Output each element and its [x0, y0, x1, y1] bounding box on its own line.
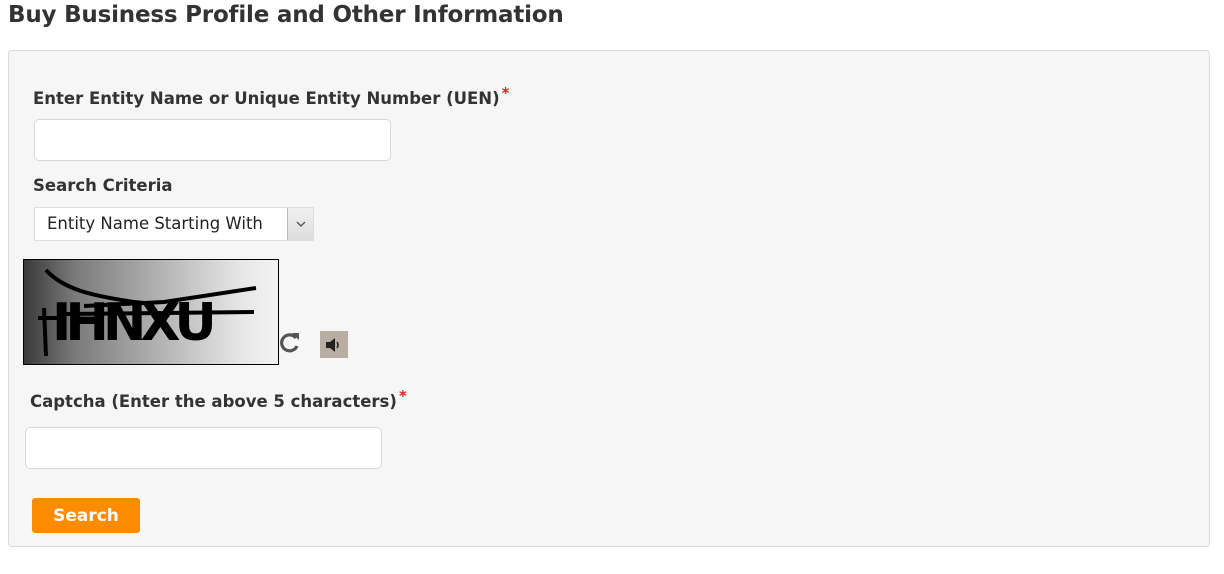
search-criteria-value: Entity Name Starting With [47, 214, 263, 233]
search-button[interactable]: Search [32, 498, 140, 533]
entity-search-input[interactable] [34, 119, 391, 161]
captcha-text: IHNXU [52, 293, 212, 353]
refresh-icon [280, 333, 299, 353]
captcha-label-row: Captcha (Enter the above 5 characters) * [30, 387, 407, 411]
required-mark: * [501, 84, 510, 102]
captcha-label: Captcha (Enter the above 5 characters) [30, 392, 397, 411]
audio-captcha-button[interactable] [320, 331, 348, 358]
entity-label-row: Enter Entity Name or Unique Entity Numbe… [33, 84, 510, 108]
entity-label: Enter Entity Name or Unique Entity Numbe… [33, 89, 500, 108]
captcha-image: IHNXU [23, 259, 279, 365]
page-title: Buy Business Profile and Other Informati… [8, 2, 564, 28]
search-form-panel: Enter Entity Name or Unique Entity Numbe… [8, 50, 1210, 547]
criteria-label: Search Criteria [33, 176, 173, 195]
required-mark: * [398, 387, 407, 405]
captcha-input[interactable] [25, 427, 382, 469]
refresh-captcha-button[interactable] [279, 331, 301, 355]
chevron-down-icon[interactable] [287, 208, 313, 240]
speaker-icon [326, 337, 339, 352]
search-criteria-select[interactable]: Entity Name Starting With [34, 207, 314, 241]
